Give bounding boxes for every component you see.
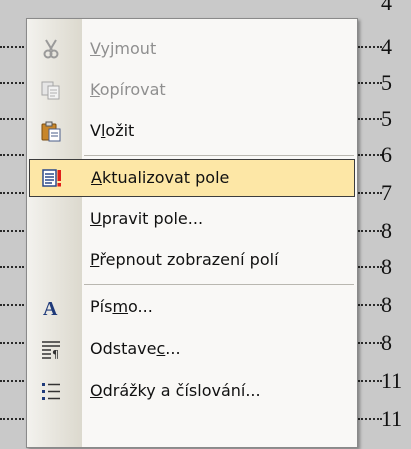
leader-dots [0, 230, 24, 232]
page-number: 7 [381, 180, 392, 205]
leader-dots [0, 266, 24, 268]
leader-dots [0, 154, 24, 156]
svg-text:A: A [43, 298, 58, 318]
leader-dots [358, 418, 382, 420]
menu-item-font[interactable]: A Písmo... [27, 287, 357, 327]
leader-dots [0, 118, 24, 120]
leader-dots [358, 46, 382, 48]
page-number: 4 [381, 0, 392, 15]
page-number: 5 [381, 70, 392, 95]
menu-item-label: Odstavec... [90, 339, 181, 358]
leader-dots [0, 192, 24, 194]
menu-item-label: Odrážky a číslování... [90, 381, 261, 400]
page-number: 11 [381, 406, 403, 431]
scissors-icon [43, 39, 59, 59]
paragraph-icon: ¶ [42, 341, 60, 360]
copy-icon [41, 81, 60, 100]
menu-separator [84, 284, 354, 285]
page-number: 8 [381, 218, 392, 243]
leader-dots [0, 82, 24, 84]
clipboard-paste-icon [41, 121, 61, 142]
menu-item-paste[interactable]: Vložit [27, 111, 357, 151]
leader-dots [358, 230, 382, 232]
menu-item-copy[interactable]: Kopírovat [27, 70, 357, 110]
menu-item-label: Vyjmout [90, 39, 157, 58]
page-number: 8 [381, 292, 392, 317]
menu-item-label: Upravit pole... [90, 209, 204, 228]
leader-dots [358, 82, 382, 84]
menu-item-bullets-numbering[interactable]: Odrážky a číslování... [27, 371, 357, 411]
leader-dots [358, 266, 382, 268]
leader-dots [358, 118, 382, 120]
menu-item-label: Vložit [90, 121, 135, 140]
context-menu: Vyjmout Kopírovat Vložit Aktualizovat po… [26, 18, 358, 448]
menu-item-label: Kopírovat [90, 80, 166, 99]
menu-item-label: Písmo... [90, 297, 153, 316]
svg-text:¶: ¶ [52, 348, 59, 360]
menu-item-update-field[interactable]: Aktualizovat pole [29, 159, 355, 197]
leader-dots [358, 154, 382, 156]
leader-dots [0, 304, 24, 306]
leader-dots [358, 304, 382, 306]
leader-dots [358, 342, 382, 344]
page-number: 4 [381, 34, 392, 59]
leader-dots [0, 418, 24, 420]
menu-item-edit-field[interactable]: Upravit pole... [27, 199, 357, 239]
bullets-numbering-icon [42, 383, 60, 400]
leader-dots [358, 380, 382, 382]
menu-item-cut[interactable]: Vyjmout [27, 29, 357, 69]
menu-item-paragraph[interactable]: ¶ Odstavec... [27, 329, 357, 369]
leader-dots [0, 46, 24, 48]
leader-dots [0, 342, 24, 344]
page-number: 11 [381, 368, 403, 393]
font-icon: A [43, 298, 58, 318]
menu-item-toggle-field-codes[interactable]: Přepnout zobrazení polí [27, 240, 357, 280]
menu-item-label: Aktualizovat pole [91, 168, 230, 187]
page-number: 8 [381, 330, 392, 355]
update-field-icon [42, 169, 61, 187]
menu-item-label: Přepnout zobrazení polí [90, 250, 279, 269]
menu-separator [84, 155, 354, 156]
page-number: 5 [381, 106, 392, 131]
page-number: 8 [381, 254, 392, 279]
page-number: 6 [381, 142, 392, 167]
leader-dots [358, 192, 382, 194]
leader-dots [0, 380, 24, 382]
